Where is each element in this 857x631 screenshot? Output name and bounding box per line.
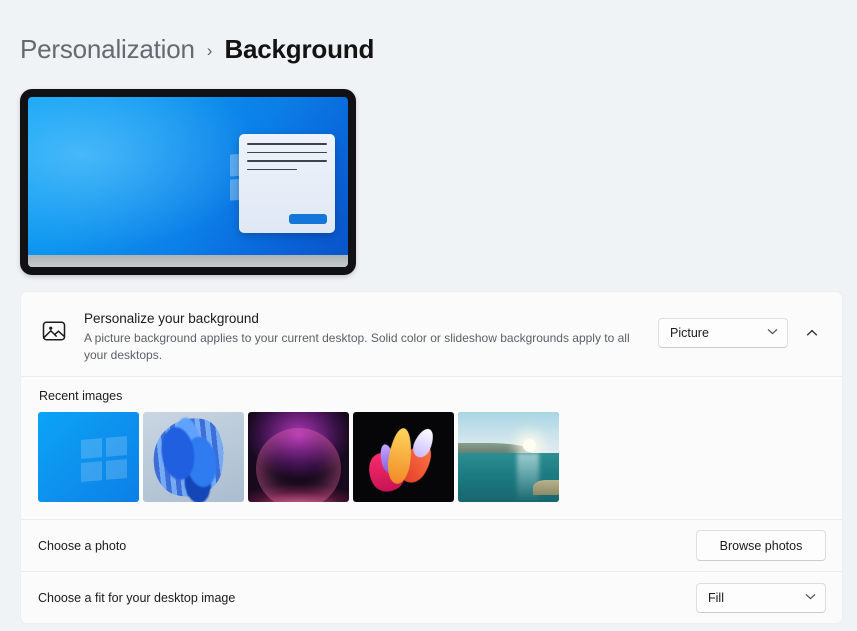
desktop-preview [20, 89, 356, 275]
dialog-text-line [247, 143, 328, 145]
recent-images-list [38, 412, 825, 503]
monitor-frame [20, 89, 356, 275]
personalize-background-row: Personalize your background A picture ba… [21, 292, 842, 376]
background-type-dropdown[interactable]: Picture [658, 318, 788, 348]
choose-fit-row: Choose a fit for your desktop image Fill [21, 571, 842, 623]
page-title: Background [224, 34, 375, 64]
recent-images-row: Recent images [21, 376, 842, 519]
background-type-value: Picture [670, 326, 709, 340]
recent-image-thumbnail-2[interactable] [143, 412, 244, 503]
recent-image-thumbnail-1[interactable] [38, 412, 139, 503]
personalize-description: A picture background applies to your cur… [84, 331, 630, 363]
breadcrumb-link-personalization[interactable]: Personalization [20, 34, 195, 65]
personalize-text-block: Personalize your background A picture ba… [84, 304, 650, 364]
recent-image-thumbnail-3[interactable] [248, 412, 349, 503]
chevron-down-icon [805, 593, 816, 603]
dialog-text-line [247, 151, 328, 154]
recent-image-thumbnail-5[interactable] [458, 412, 559, 503]
choose-fit-label: Choose a fit for your desktop image [38, 590, 236, 605]
choose-photo-label: Choose a photo [38, 538, 127, 553]
personalize-controls: Picture [658, 304, 826, 348]
personalize-title: Personalize your background [84, 311, 259, 326]
choose-photo-row: Choose a photo Browse photos [21, 519, 842, 571]
breadcrumb: Personalization › Background [20, 34, 374, 65]
preview-taskbar [28, 255, 348, 267]
recent-images-label: Recent images [39, 389, 123, 404]
picture-icon [38, 315, 70, 347]
dialog-text-line [247, 168, 297, 171]
settings-card: Personalize your background A picture ba… [20, 291, 843, 625]
chevron-down-icon [767, 328, 778, 338]
desktop-image-fit-dropdown[interactable]: Fill [696, 582, 826, 613]
browse-photos-button[interactable]: Browse photos [696, 530, 826, 562]
collapse-section-button[interactable] [798, 319, 826, 347]
breadcrumb-separator-icon: › [206, 41, 213, 60]
dialog-primary-button [289, 213, 328, 224]
preview-dialog-card [239, 134, 336, 233]
recent-image-thumbnail-4[interactable] [353, 412, 454, 503]
monitor-screen [28, 97, 348, 267]
desktop-image-fit-value: Fill [708, 590, 724, 605]
dialog-text-line [247, 160, 328, 162]
